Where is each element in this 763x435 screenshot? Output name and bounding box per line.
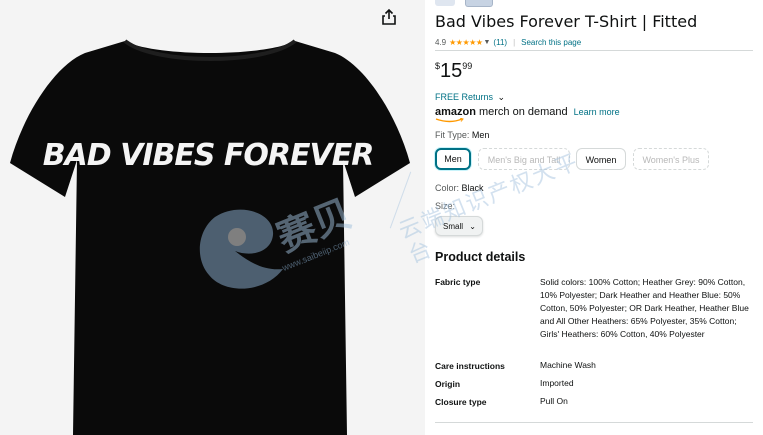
- price-fraction: 99: [462, 61, 473, 71]
- detail-key-care-instructions: Care instructions: [435, 361, 505, 371]
- divider: [435, 50, 753, 51]
- rating-row: 4.9 ★★★★★ ▼ (11) | Search this page: [435, 37, 581, 48]
- shirt-print-text: BAD VIBES FOREVER: [43, 138, 374, 173]
- separator: |: [513, 38, 516, 47]
- product-image-panel[interactable]: BAD VIBES FOREVER 赛贝 www.saibeiip.com: [0, 0, 425, 435]
- detail-value-closure-type: Pull On: [540, 396, 568, 406]
- fit-type-selected: Men: [471, 130, 490, 140]
- detail-key-origin: Origin: [435, 379, 461, 389]
- price: $1599: [435, 60, 472, 82]
- thumbnail-1[interactable]: [435, 0, 455, 6]
- free-returns-label[interactable]: FREE Returns: [435, 92, 493, 102]
- product-details-heading: Product details: [435, 250, 526, 264]
- product-info-panel: Bad Vibes Forever T-Shirt | Fitted 4.9 ★…: [435, 0, 753, 435]
- color-label-text: Color:: [435, 183, 460, 193]
- color-value: Black: [461, 183, 484, 193]
- learn-more-link[interactable]: Learn more: [574, 107, 620, 117]
- detail-value-origin: Imported: [540, 378, 574, 388]
- amazon-smile-icon: [435, 118, 464, 123]
- detail-value-fabric-type: Solid colors: 100% Cotton; Heather Grey:…: [540, 277, 749, 339]
- thumbnail-2[interactable]: [465, 0, 493, 7]
- fit-option-mens-big-and-tall[interactable]: Men's Big and Tall: [478, 148, 570, 170]
- chevron-down-icon[interactable]: ⌄: [469, 217, 476, 237]
- free-returns-link[interactable]: FREE Returns ⌄: [435, 92, 505, 103]
- chevron-down-icon[interactable]: ⌄: [498, 92, 506, 102]
- color-label: Color: Black: [435, 183, 484, 193]
- product-image-tshirt: BAD VIBES FOREVER: [10, 39, 410, 435]
- share-icon[interactable]: [380, 8, 398, 26]
- rating-value: 4.9: [435, 38, 447, 47]
- merch-on-demand-text: merch on demand: [478, 106, 568, 118]
- review-count-link[interactable]: (11): [493, 37, 507, 48]
- product-title: Bad Vibes Forever T-Shirt | Fitted: [435, 12, 698, 31]
- star-rating-icon[interactable]: ★★★★★: [449, 37, 483, 48]
- merch-on-demand-row: amazon merch on demand Learn more: [435, 106, 620, 123]
- detail-key-fabric-type: Fabric type: [435, 277, 481, 287]
- amazon-logo: amazon: [435, 106, 476, 123]
- size-label: Size:: [435, 201, 456, 211]
- price-whole: 15: [440, 60, 463, 82]
- search-this-page-link[interactable]: Search this page: [521, 37, 581, 48]
- detail-value-care-instructions: Machine Wash: [540, 360, 596, 370]
- size-selected-value[interactable]: Small: [443, 222, 463, 231]
- fit-option-womens-plus[interactable]: Women's Plus: [633, 148, 709, 170]
- fit-option-women[interactable]: Women: [576, 148, 626, 170]
- fit-type-label: Fit Type: Men: [435, 130, 489, 140]
- fit-type-label-text: Fit Type:: [435, 130, 470, 140]
- detail-key-closure-type: Closure type: [435, 397, 487, 407]
- divider: [435, 422, 753, 423]
- size-dropdown[interactable]: Small ⌄: [435, 216, 483, 236]
- amazon-logo-text: amazon: [435, 106, 476, 118]
- fit-option-men[interactable]: Men: [435, 148, 471, 170]
- chevron-down-icon[interactable]: ▼: [483, 37, 490, 48]
